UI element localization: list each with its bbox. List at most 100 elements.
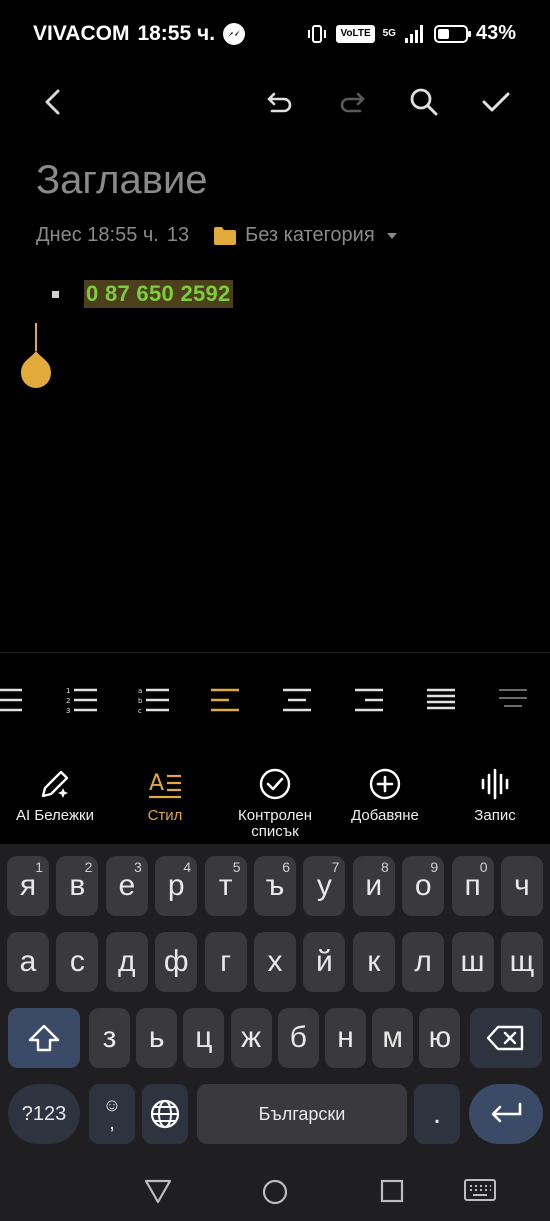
key-р[interactable]: р4: [155, 856, 198, 916]
ai-pen-icon: [41, 770, 69, 798]
key-и[interactable]: и8: [352, 856, 395, 916]
folder-icon[interactable]: [213, 226, 237, 246]
symbols-key[interactable]: ?123: [8, 1084, 80, 1144]
shift-key[interactable]: [8, 1008, 80, 1068]
key-hint: 0: [479, 859, 488, 875]
nav-recents-icon[interactable]: [379, 1178, 405, 1204]
key-ш[interactable]: ш: [451, 932, 494, 992]
done-button[interactable]: [474, 82, 518, 122]
keyboard-hide-icon[interactable]: [464, 1178, 496, 1202]
key-м[interactable]: м: [372, 1008, 414, 1068]
key-к[interactable]: к: [352, 932, 395, 992]
enter-icon: [491, 1102, 522, 1123]
back-button[interactable]: [32, 82, 76, 122]
search-icon: [410, 88, 438, 116]
key-т[interactable]: т5: [204, 856, 247, 916]
key-й[interactable]: й: [303, 932, 346, 992]
key-х[interactable]: х: [254, 932, 296, 992]
check-circle-icon: [259, 768, 291, 800]
category-selector[interactable]: Без категория: [245, 224, 375, 247]
key-у[interactable]: у7: [303, 856, 346, 916]
key-о[interactable]: о9: [402, 856, 445, 916]
key-label: е: [118, 869, 136, 902]
key-ъ[interactable]: ъ6: [254, 856, 296, 916]
backspace-key[interactable]: [470, 1008, 542, 1068]
emoji-comma-key[interactable]: ☺ ,: [89, 1084, 135, 1144]
vibrate-icon: [308, 24, 327, 43]
note-date: Днес 18:55 ч.: [36, 224, 159, 246]
key-с[interactable]: с: [56, 932, 99, 992]
key-label: ж: [241, 1021, 262, 1054]
key-ф[interactable]: ф: [155, 932, 198, 992]
tool-label: Стил: [147, 807, 183, 824]
key-ь[interactable]: ь: [136, 1008, 178, 1068]
key-label: ф: [163, 945, 189, 978]
key-label: м: [382, 1021, 403, 1054]
align-left-button[interactable]: [208, 684, 242, 716]
cursor-handle-icon[interactable]: [20, 323, 52, 389]
key-д[interactable]: д: [105, 932, 148, 992]
note-title-input[interactable]: Заглавие: [36, 158, 208, 203]
key-г[interactable]: г: [204, 932, 247, 992]
record-button[interactable]: Запис: [440, 764, 550, 824]
text-style-icon: A: [149, 771, 181, 799]
undo-button[interactable]: [258, 82, 302, 122]
style-button[interactable]: A Стил: [110, 764, 220, 824]
key-ж[interactable]: ж: [230, 1008, 272, 1068]
key-п[interactable]: п0: [451, 856, 494, 916]
align-center-icon: [283, 688, 311, 712]
svg-text:a: a: [138, 687, 142, 695]
key-я[interactable]: я1: [7, 856, 49, 916]
period-key[interactable]: .: [414, 1084, 460, 1144]
key-з[interactable]: з: [89, 1008, 130, 1068]
language-key[interactable]: [142, 1084, 188, 1144]
key-label: л: [414, 945, 432, 978]
key-hint: 5: [232, 859, 241, 875]
strikethrough-button[interactable]: [496, 684, 530, 716]
justify-button[interactable]: [424, 684, 458, 716]
format-bar: 1 2 3 abc: [0, 676, 550, 724]
lettered-list-button[interactable]: abc: [136, 684, 170, 716]
key-б[interactable]: б: [277, 1008, 319, 1068]
key-н[interactable]: н: [325, 1008, 366, 1068]
key-е[interactable]: е3: [105, 856, 148, 916]
key-л[interactable]: л: [402, 932, 445, 992]
key-hint: 9: [430, 859, 439, 875]
key-а[interactable]: а: [7, 932, 49, 992]
chevron-down-icon[interactable]: [386, 232, 397, 239]
tool-label: Добавяне: [351, 807, 419, 824]
nav-back-icon[interactable]: [144, 1178, 172, 1204]
key-label: с: [69, 945, 85, 978]
key-hint: 7: [331, 859, 340, 875]
align-center-button[interactable]: [280, 684, 314, 716]
back-arrow-icon: [45, 89, 60, 115]
align-right-icon: [355, 688, 383, 712]
phone-number-link[interactable]: 0 87 650 2592: [84, 280, 233, 308]
enter-key[interactable]: [469, 1084, 543, 1144]
key-label: ш: [460, 945, 485, 978]
tool-label: AI Бележки: [16, 807, 94, 824]
numbered-list-button[interactable]: 1 2 3: [64, 684, 98, 716]
key-ц[interactable]: ц: [183, 1008, 225, 1068]
battery-percent: 43%: [475, 22, 516, 44]
key-ю[interactable]: ю: [419, 1008, 461, 1068]
ai-notes-button[interactable]: AI Бележки: [0, 764, 110, 824]
key-ч[interactable]: ч: [501, 856, 543, 916]
checklist-button[interactable]: Контролен списък: [220, 764, 330, 840]
key-hint: 1: [35, 859, 43, 875]
key-щ[interactable]: щ: [501, 932, 543, 992]
nav-home-icon[interactable]: [261, 1178, 289, 1206]
redo-icon: [340, 92, 365, 113]
bullet-list-button[interactable]: [0, 684, 26, 716]
battery-icon: [433, 24, 471, 43]
status-bar: VIVACOM 18:55 ч. VoLTE 5G 43%: [0, 0, 550, 70]
key-label: а: [19, 945, 37, 978]
align-right-button[interactable]: [352, 684, 386, 716]
space-key[interactable]: Български: [197, 1084, 407, 1144]
note-toolbar: [0, 70, 550, 132]
add-button[interactable]: Добавяне: [330, 764, 440, 824]
search-button[interactable]: [402, 82, 446, 122]
redo-button[interactable]: [330, 82, 374, 122]
tool-label: Контролен списък: [238, 807, 312, 840]
key-в[interactable]: в2: [56, 856, 99, 916]
